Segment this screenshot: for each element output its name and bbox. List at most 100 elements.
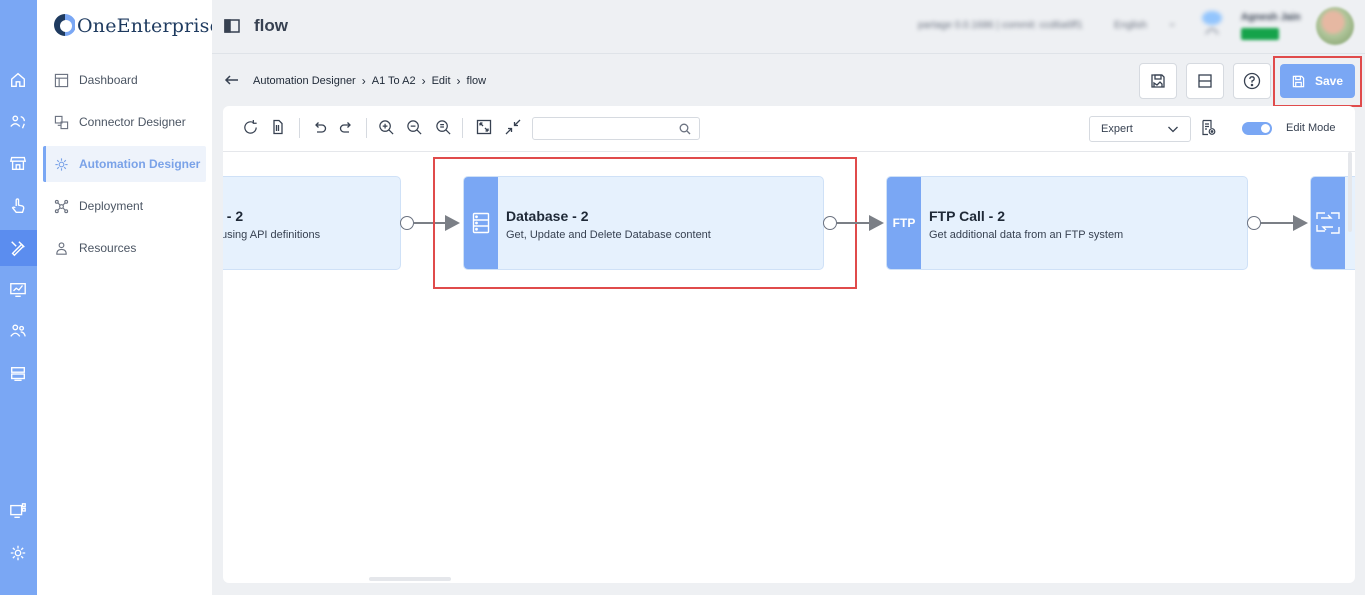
search-input[interactable] [539,121,669,136]
edit-mode-toggle[interactable] [1242,122,1272,135]
sidebar: OneEnterprise Dashboard Connector Design… [37,0,221,595]
server-icon[interactable] [8,364,28,384]
undo-icon[interactable] [309,117,329,137]
output-port[interactable] [1247,216,1261,230]
design-tool-icon[interactable] [8,238,28,258]
arrow-head-icon [1293,215,1308,231]
output-port[interactable] [400,216,414,230]
sidebar-nav: Dashboard Connector Designer Automation … [43,62,206,272]
connector-icon [53,114,69,130]
help-button[interactable] [1233,63,1271,99]
node-title: l - 2 [223,208,244,224]
sidebar-item-label: Dashboard [79,73,138,87]
chevron-right-icon: › [361,74,366,88]
language-selector[interactable]: English [1114,20,1147,31]
sidebar-item-resources[interactable]: Resources [43,230,206,266]
output-port[interactable] [823,216,837,230]
vertical-scrollbar[interactable] [1348,152,1352,232]
node-title: FTP Call - 2 [929,208,1005,224]
flow-node-ftp-call[interactable]: FTP FTP Call - 2 Get additional data fro… [886,176,1248,270]
sidebar-item-label: Deployment [79,199,144,213]
flow-designer-card: Expert Edit Mode l - 2 using API definit… [223,106,1355,583]
users-icon[interactable] [8,321,28,341]
arrow-head-icon [869,215,884,231]
brand-logo[interactable]: OneEnterprise [53,6,221,46]
breadcrumb-item: flow [466,75,487,87]
fit-screen-icon[interactable] [474,117,494,137]
chevron-right-icon: › [456,74,461,88]
breadcrumb-item[interactable]: Automation Designer [253,75,356,87]
deployment-icon [53,198,69,214]
user-name[interactable]: Agnesh Jain [1241,12,1300,23]
resources-icon [53,240,69,256]
chevron-right-icon: › [421,74,426,88]
chevron-down-icon[interactable]: ⌄ [1168,18,1176,29]
sidebar-item-connector-designer[interactable]: Connector Designer [43,104,206,140]
brand-mark-icon [53,13,76,39]
breadcrumb-item[interactable]: A1 To A2 [372,75,416,87]
floppy-icon [1151,74,1165,88]
sidebar-toggle-icon[interactable] [224,18,240,34]
top-header: flow partage 0.0.1686 | commit: ccd6a6ff… [212,0,1365,54]
flow-node-api-call[interactable]: l - 2 using API definitions [223,176,401,270]
document-icon[interactable] [268,117,288,137]
sidebar-item-dashboard[interactable]: Dashboard [43,62,206,98]
breadcrumb-bar: Automation Designer › A1 To A2 › Edit › … [212,56,1365,107]
redo-icon[interactable] [337,117,357,137]
node-description: using API definitions [223,229,321,241]
back-arrow-icon[interactable] [224,72,240,88]
user-status-badge [1241,28,1279,40]
zoom-out-icon[interactable] [404,117,424,137]
node-description: Get additional data from an FTP system [929,229,1124,241]
layout-toggle-button[interactable] [1186,63,1224,99]
zoom-in-icon[interactable] [376,117,396,137]
ftp-icon: FTP [887,177,921,269]
store-icon[interactable] [8,153,28,173]
icon-rail [0,0,37,595]
save-button-highlight [1273,56,1362,107]
avatar[interactable] [1316,7,1354,45]
brand-name: OneEnterprise [77,15,222,37]
sidebar-item-label: Automation Designer [79,157,201,171]
collapse-icon[interactable] [503,117,523,137]
connector-edge [837,222,871,224]
people-sync-icon[interactable] [8,112,28,132]
toolbar-divider [462,118,463,138]
monitor-chart-icon[interactable] [8,280,28,300]
ftp-icon-text: FTP [892,216,916,230]
breadcrumb: Automation Designer › A1 To A2 › Edit › … [253,74,486,88]
zoom-reset-icon[interactable] [433,117,453,137]
flow-canvas[interactable]: l - 2 using API definitions Database - 2… [223,152,1355,583]
gear-flow-icon [53,156,69,172]
settings-icon[interactable] [8,543,28,563]
page-title-group: flow [224,16,288,36]
search-icon[interactable] [679,122,691,140]
refresh-icon[interactable] [240,117,260,137]
sidebar-item-label: Resources [79,241,137,255]
version-text: partage 0.0.1686 | commit: ccd6a6ff1 [918,20,1083,31]
breadcrumb-item[interactable]: Edit [432,75,451,87]
help-icon [1243,72,1261,90]
page-title: flow [254,16,288,35]
connector-edge [1261,222,1295,224]
touch-icon[interactable] [8,196,28,216]
edit-mode-label: Edit Mode [1286,122,1336,134]
canvas-toolbar: Expert Edit Mode [223,106,1355,152]
screen-grid-icon[interactable] [8,501,28,521]
split-rows-icon [1198,74,1212,88]
dashboard-icon [53,72,69,88]
toolbar-divider [299,118,300,138]
transform-icon [1311,177,1345,269]
notification-icon[interactable] [1200,8,1224,38]
canvas-search [532,117,700,140]
home-icon[interactable] [8,70,28,90]
sidebar-item-automation-designer[interactable]: Automation Designer [43,146,206,182]
horizontal-scrollbar[interactable] [369,577,451,581]
save-draft-button[interactable] [1139,63,1177,99]
mode-select-value: Expert [1101,123,1133,135]
sidebar-item-deployment[interactable]: Deployment [43,188,206,224]
database-node-highlight [433,157,857,289]
mode-select[interactable]: Expert [1089,116,1191,142]
preview-doc-icon[interactable] [1199,117,1219,137]
sidebar-item-label: Connector Designer [79,115,186,129]
